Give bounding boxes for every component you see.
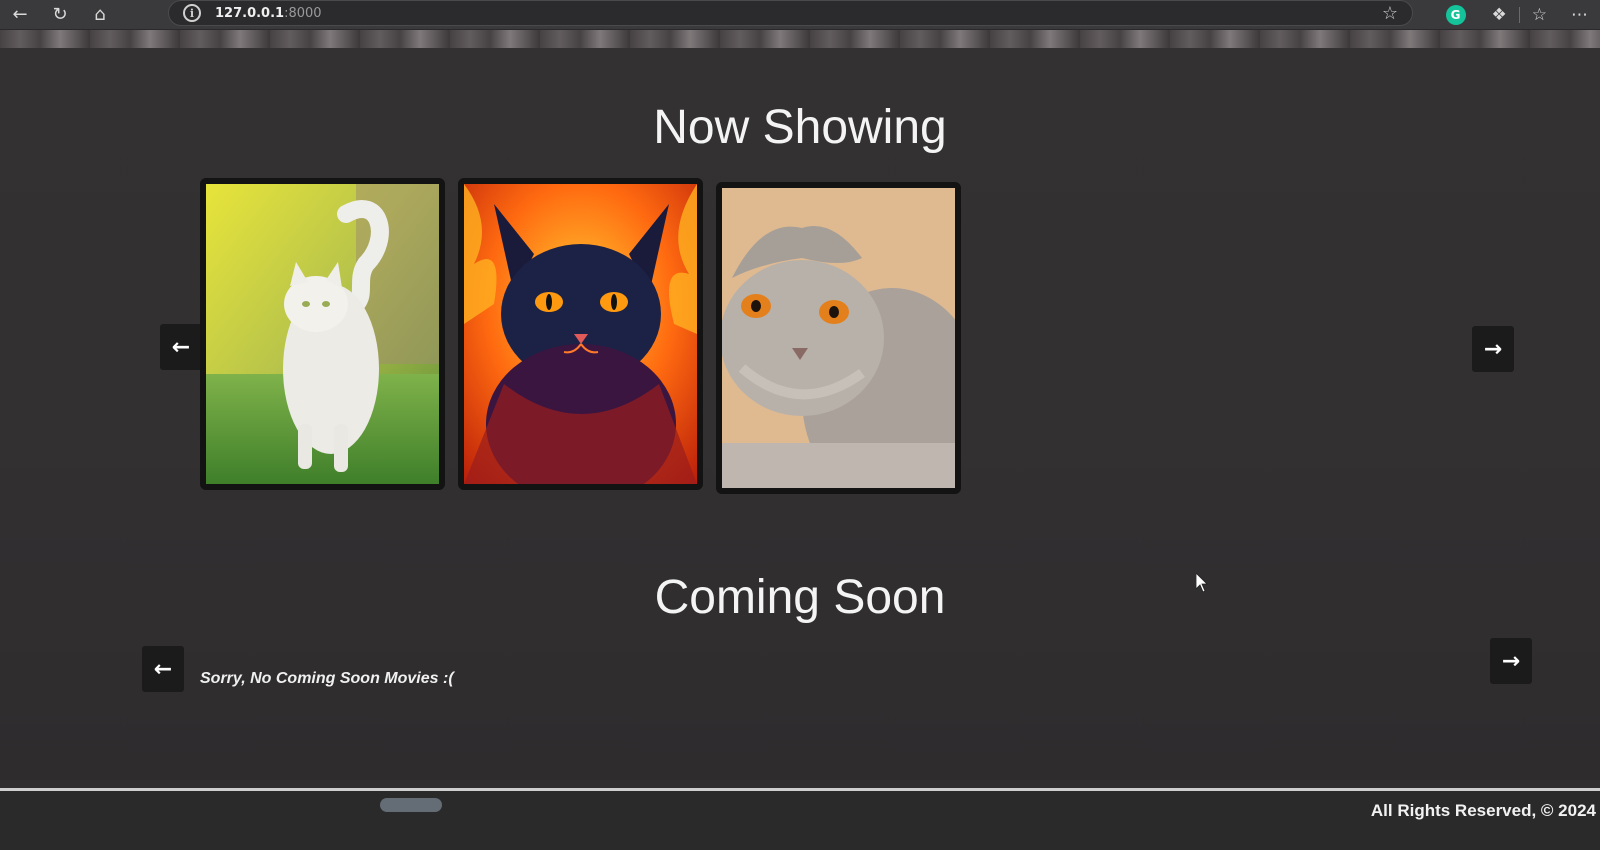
back-arrow-icon[interactable]: ← [0, 0, 40, 30]
refresh-icon[interactable]: ↻ [40, 0, 80, 30]
poster-image-grey-cat [722, 188, 955, 488]
extensions-icon[interactable]: ❖ [1492, 5, 1507, 25]
coming-soon-empty-message: Sorry, No Coming Soon Movies :( [200, 670, 454, 687]
url-host: 127.0.0.1 [215, 5, 285, 21]
poster-image-fire-cat [464, 184, 697, 484]
star-icon[interactable]: ☆ [1382, 3, 1398, 24]
movie-poster[interactable] [200, 178, 445, 490]
grammarly-icon[interactable]: G [1445, 5, 1466, 25]
poster-image-white-cat [206, 184, 439, 484]
browser-toolbar: ← ↻ ⌂ i 127.0.0.1 :8000 ☆ G ❖ ☆ ⋯ [0, 0, 1600, 30]
movie-poster[interactable] [716, 182, 961, 494]
header-decoration [0, 30, 1600, 48]
screen-glare [380, 798, 442, 812]
address-bar[interactable]: i 127.0.0.1 :8000 ☆ [168, 0, 1413, 26]
toolbar-divider [1518, 7, 1520, 23]
now-showing-prev-button[interactable]: ← [160, 324, 202, 370]
url-port: :8000 [284, 5, 322, 21]
toolbar-right: G ❖ ☆ ⋯ [1432, 0, 1600, 30]
coming-soon-title: Coming Soon [654, 571, 946, 624]
info-icon[interactable]: i [183, 4, 201, 22]
more-icon[interactable]: ⋯ [1571, 5, 1588, 25]
favorites-icon[interactable]: ☆ [1532, 5, 1547, 25]
now-showing-next-button[interactable]: → [1472, 326, 1514, 372]
movie-poster[interactable] [458, 178, 703, 490]
mouse-cursor-icon [1196, 573, 1208, 593]
main-content: Now Showing ← → Coming Soon ← Sorry, No … [0, 48, 1600, 780]
copyright-text: All Rights Reserved, © 2024 [1370, 801, 1596, 820]
coming-soon-prev-button[interactable]: ← [142, 646, 184, 692]
footer: All Rights Reserved, © 2024 [0, 791, 1600, 850]
now-showing-title: Now Showing [653, 101, 947, 154]
home-icon[interactable]: ⌂ [80, 0, 120, 30]
coming-soon-next-button[interactable]: → [1490, 638, 1532, 684]
